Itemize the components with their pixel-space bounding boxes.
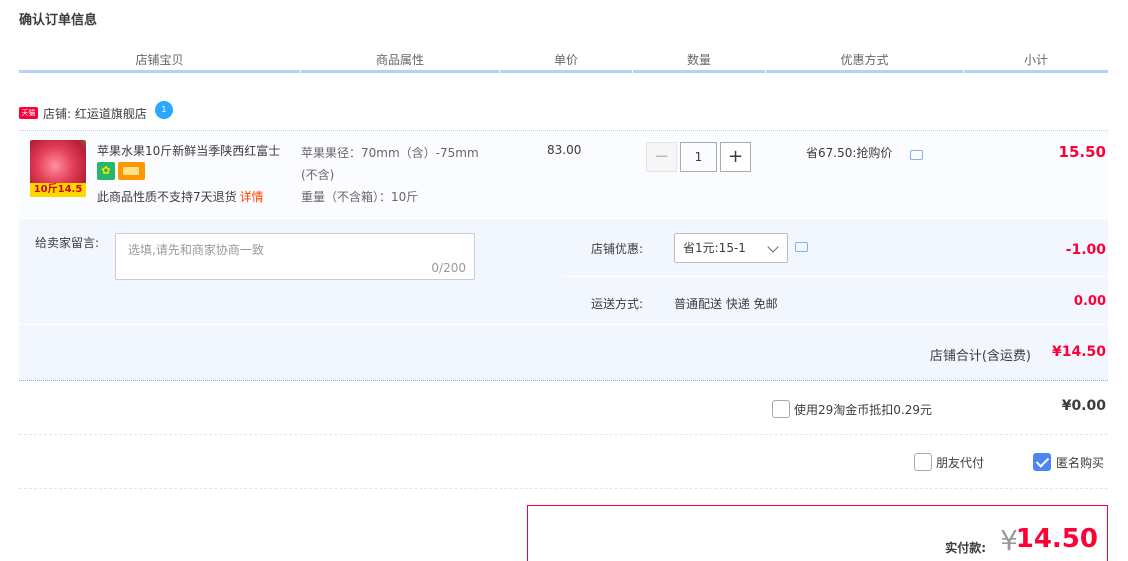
thumbnail-price-tag: 10斤14.5 <box>30 183 86 197</box>
column-header-attributes: 商品属性 <box>301 51 499 73</box>
taobao-coin-label[interactable]: 使用29淘金币抵扣0.29元 <box>794 401 932 418</box>
shipping-method: 普通配送 快递 免邮 <box>674 297 778 311</box>
quantity-input[interactable]: 1 <box>680 142 717 172</box>
no-return-notice: 此商品性质不支持7天退货 详情 <box>97 188 264 205</box>
column-header-unit-price: 单价 <box>500 51 632 73</box>
shop-coupon-label: 店铺优惠: <box>591 242 644 256</box>
shop-total-label: 店铺合计(含运费) <box>929 349 1031 364</box>
page-title: 确认订单信息 <box>19 13 98 28</box>
payment-amount: 14.50 <box>1015 524 1098 554</box>
column-header-subtotal: 小计 <box>964 51 1108 73</box>
payment-label: 实付款: <box>945 541 986 555</box>
product-thumbnail[interactable]: 10斤14.5 <box>30 140 86 197</box>
friend-pay-label[interactable]: 朋友代付 <box>936 454 984 471</box>
shipping-amount: 0.00 <box>1073 294 1106 309</box>
attribute-diameter: 苹果果径：70mm（含）-75mm <box>301 146 479 160</box>
column-header-discount: 优惠方式 <box>766 51 963 73</box>
product-title-link[interactable]: 苹果水果10斤新鲜当季陕西红富士 <box>97 142 287 159</box>
guarantee-badge-icon[interactable]: ✿ <box>97 162 115 180</box>
taobao-coin-checkbox[interactable] <box>772 400 790 418</box>
shop-coupon-select[interactable]: 省1元:15-1 <box>674 233 788 263</box>
attribute-weight: 重量（不含箱）：10斤 <box>301 190 419 204</box>
credit-card-badge-icon[interactable] <box>118 162 145 180</box>
shipping-label: 运送方式: <box>591 297 644 311</box>
shop-total-value: ¥14.50 <box>1051 344 1106 360</box>
item-subtotal: 15.50 <box>1058 143 1106 161</box>
details-link[interactable]: 详情 <box>240 190 264 204</box>
quantity-increase-button[interactable]: + <box>720 142 751 172</box>
seller-message-textarea[interactable]: 选填,请先和商家协商一致 0/200 <box>115 233 475 280</box>
message-placeholder: 选填,请先和商家协商一致 <box>128 243 264 257</box>
message-char-count: 0/200 <box>431 261 466 275</box>
divider <box>563 276 1108 277</box>
coupon-selected-value: 省1元:15-1 <box>683 241 746 255</box>
coupon-info-icon[interactable] <box>795 242 808 252</box>
wangwang-chat-icon[interactable]: 1 <box>154 101 173 119</box>
attribute-diameter-cont: (不含) <box>301 168 335 182</box>
shop-options-panel <box>563 219 1108 324</box>
column-header-item: 店铺宝贝 <box>19 51 300 73</box>
tmall-icon: 天猫 <box>19 107 38 119</box>
no-return-text: 此商品性质不支持7天退货 <box>97 190 237 204</box>
promo-info-icon[interactable] <box>910 150 923 160</box>
friend-pay-checkbox[interactable] <box>914 453 932 471</box>
coupon-amount: -1.00 <box>1065 242 1106 258</box>
promotion-text: 省67.50:抢购价 <box>806 146 893 160</box>
shop-name[interactable]: 店铺: 红运道旗舰店 <box>43 105 147 122</box>
unit-price: 83.00 <box>547 143 582 157</box>
quantity-decrease-button[interactable]: − <box>646 142 677 172</box>
chevron-down-icon <box>767 241 779 253</box>
shop-row: 天猫 店铺: 红运道旗舰店 1 <box>19 101 173 124</box>
taobao-coin-amount: ¥0.00 <box>1061 398 1106 414</box>
divider <box>19 488 1108 489</box>
anonymous-purchase-label[interactable]: 匿名购买 <box>1056 454 1104 471</box>
divider <box>19 434 1108 435</box>
anonymous-purchase-checkbox[interactable] <box>1033 453 1051 471</box>
column-header-quantity: 数量 <box>633 51 765 73</box>
message-label: 给卖家留言: <box>35 236 100 250</box>
